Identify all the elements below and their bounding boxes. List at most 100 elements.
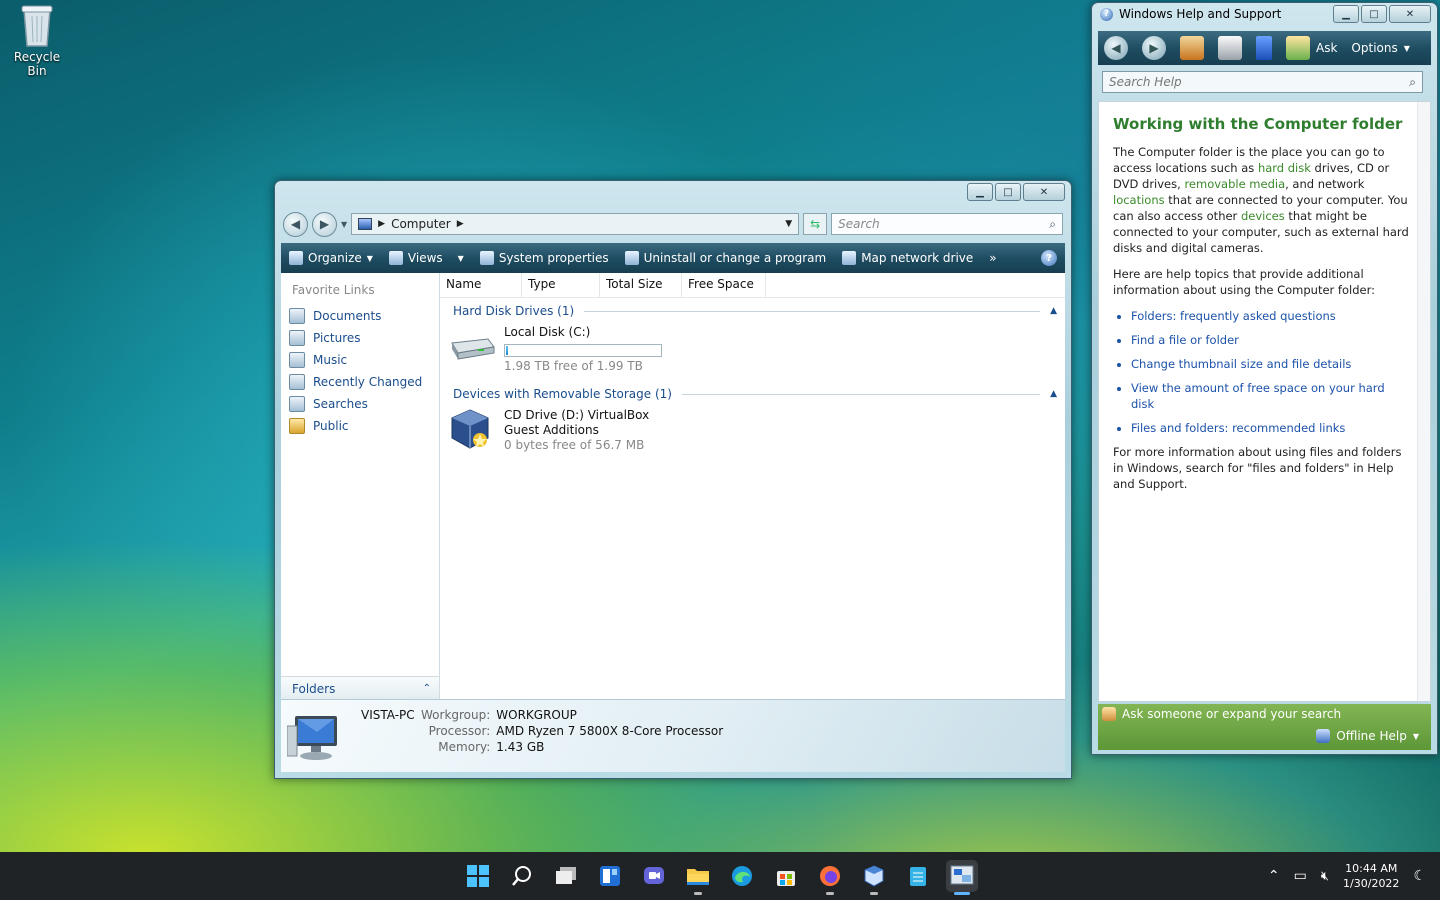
print-icon[interactable] (1218, 36, 1242, 60)
forward-button[interactable]: ▶ (312, 211, 337, 237)
minimize-button[interactable]: ▁ (1333, 5, 1359, 23)
favorite-recently-changed[interactable]: Recently Changed (281, 371, 439, 393)
favorite-searches[interactable]: Searches (281, 393, 439, 415)
group-label: Devices with Removable Storage (1) (453, 387, 672, 401)
column-name[interactable]: Name (440, 273, 522, 297)
favorite-label: Public (313, 419, 349, 433)
clock[interactable]: 10:44 AM 1/30/2022 (1343, 861, 1399, 891)
taskbar-apps (462, 860, 978, 895)
help-topic-link[interactable]: Files and folders: recommended links (1131, 420, 1410, 436)
help-window-controls: ▁ □ ✕ (1333, 5, 1431, 23)
ask-someone-label: Ask someone or expand your search (1122, 707, 1342, 721)
edge-icon[interactable] (726, 860, 758, 892)
ask-button[interactable]: Ask (1286, 36, 1337, 60)
help-topic-link[interactable]: Change thumbnail size and file details (1131, 356, 1410, 372)
favorite-pictures[interactable]: Pictures (281, 327, 439, 349)
start-icon[interactable] (462, 860, 494, 892)
link-devices[interactable]: devices (1241, 209, 1285, 223)
favorite-documents[interactable]: Documents (281, 305, 439, 327)
help-topic-link[interactable]: View the amount of free space on your ha… (1131, 380, 1410, 412)
running-indicator (694, 892, 702, 895)
drive-name: Local Disk (C:) (504, 325, 591, 339)
close-button[interactable]: ✕ (1389, 5, 1431, 23)
options-button[interactable]: Options ▼ (1351, 41, 1409, 55)
system-info: Workgroup: WORKGROUP Processor: AMD Ryzen … (421, 708, 723, 754)
disk-usage-fill (506, 346, 508, 355)
recent-pages-chevron-icon[interactable]: ▼ (341, 220, 347, 229)
browse-help-icon[interactable] (1256, 36, 1272, 60)
help-search-input[interactable]: Search Help ⌕ (1102, 71, 1423, 93)
local-disk-item[interactable]: Local Disk (C:) 1.98 TB free of 1.99 TB (440, 321, 1065, 381)
chat-icon[interactable] (638, 860, 670, 892)
workgroup-value: WORKGROUP (496, 708, 577, 722)
search-icon: ⌕ (1049, 216, 1056, 231)
volume-muted-icon[interactable]: 🔇︎ (1321, 869, 1329, 884)
help-footer: Ask someone or expand your search Offlin… (1098, 704, 1431, 750)
organize-menu[interactable]: Organize ▼ (281, 243, 381, 273)
column-type[interactable]: Type (522, 273, 600, 297)
task-view-icon[interactable] (550, 860, 582, 892)
more-info-paragraph: For more information about using files a… (1113, 445, 1402, 491)
refresh-button[interactable]: ⇆ (803, 213, 828, 235)
help-topic-link[interactable]: Folders: frequently asked questions (1131, 308, 1410, 324)
minimize-button[interactable]: ▁ (967, 183, 993, 201)
favorite-label: Documents (313, 309, 382, 323)
system-properties-icon (479, 251, 494, 265)
favorite-public[interactable]: Public (281, 415, 439, 437)
help-toolbar: ◀ ▶ Ask Options ▼ (1098, 31, 1431, 65)
folders-toggle[interactable]: Folders ⌃ (281, 676, 439, 700)
group-removable-storage[interactable]: Devices with Removable Storage (1) ▲ (440, 384, 1065, 404)
notifications-icon[interactable]: ☾ (1413, 868, 1426, 884)
vista-vm-icon[interactable] (946, 860, 978, 895)
home-icon[interactable] (1180, 36, 1204, 60)
forward-icon[interactable]: ▶ (1142, 36, 1166, 60)
column-free-space[interactable]: Free Space (682, 273, 766, 297)
column-total-size[interactable]: Total Size (600, 273, 682, 297)
address-bar[interactable]: ▶ Computer ▶ ▼ (351, 213, 800, 235)
virtualbox-icon[interactable] (858, 860, 890, 895)
processor-label: Processor: (428, 724, 491, 738)
favorite-music[interactable]: Music (281, 349, 439, 371)
network-icon[interactable]: ▭ (1294, 868, 1307, 884)
link-removable-media[interactable]: removable media (1184, 177, 1285, 191)
memory-label: Memory: (438, 740, 491, 754)
computer-name: VISTA-PC (361, 708, 415, 722)
recycle-bin-desktop-icon[interactable]: Recycle Bin (4, 2, 70, 78)
back-icon[interactable]: ◀ (1104, 36, 1128, 60)
maximize-button[interactable]: □ (1361, 5, 1387, 23)
help-topics-list: Folders: frequently asked questions Find… (1113, 308, 1410, 436)
help-icon[interactable]: ? (1041, 250, 1057, 266)
widgets-icon[interactable] (594, 860, 626, 892)
vertical-scrollbar[interactable] (1417, 102, 1430, 701)
firefox-icon[interactable] (814, 860, 846, 895)
group-hard-disk-drives[interactable]: Hard Disk Drives (1) ▲ (440, 301, 1065, 321)
link-hard-disk[interactable]: hard disk (1258, 161, 1311, 175)
help-topic-link[interactable]: Find a file or folder (1131, 332, 1410, 348)
show-hidden-icons-chevron-icon[interactable]: ⌃ (1268, 868, 1280, 884)
search-icon[interactable]: ⌕ (1409, 75, 1416, 90)
workgroup-label: Workgroup: (421, 708, 491, 722)
link-locations[interactable]: locations (1113, 193, 1165, 207)
disk-usage-bar (504, 344, 662, 357)
explorer-body: Favorite Links Documents Pictures Music … (281, 273, 1065, 772)
ask-icon (1286, 36, 1310, 60)
cd-drive-item[interactable]: CD Drive (D:) VirtualBox Guest Additions… (440, 404, 1065, 464)
ask-someone-link[interactable]: Ask someone or expand your search (1102, 707, 1341, 721)
back-button[interactable]: ◀ (283, 211, 308, 237)
more-commands-button[interactable]: » (981, 243, 1004, 273)
breadcrumb-computer[interactable]: Computer (391, 217, 451, 231)
map-network-drive-button[interactable]: Map network drive (834, 243, 981, 273)
search-input[interactable]: Search ⌕ (831, 213, 1063, 235)
notepad-icon[interactable] (902, 860, 934, 892)
maximize-button[interactable]: □ (995, 183, 1021, 201)
views-menu[interactable]: Views ▼ (381, 243, 472, 273)
offline-help-menu[interactable]: Offline Help ▼ (1316, 729, 1419, 743)
uninstall-program-button[interactable]: Uninstall or change a program (617, 243, 835, 273)
search-icon[interactable] (506, 860, 538, 892)
store-icon[interactable] (770, 860, 802, 892)
system-properties-button[interactable]: System properties (472, 243, 617, 273)
address-dropdown-icon[interactable]: ▼ (785, 219, 792, 229)
file-explorer-icon[interactable] (682, 860, 714, 895)
collapse-icon: ▲ (1050, 306, 1057, 316)
close-button[interactable]: ✕ (1023, 183, 1065, 201)
